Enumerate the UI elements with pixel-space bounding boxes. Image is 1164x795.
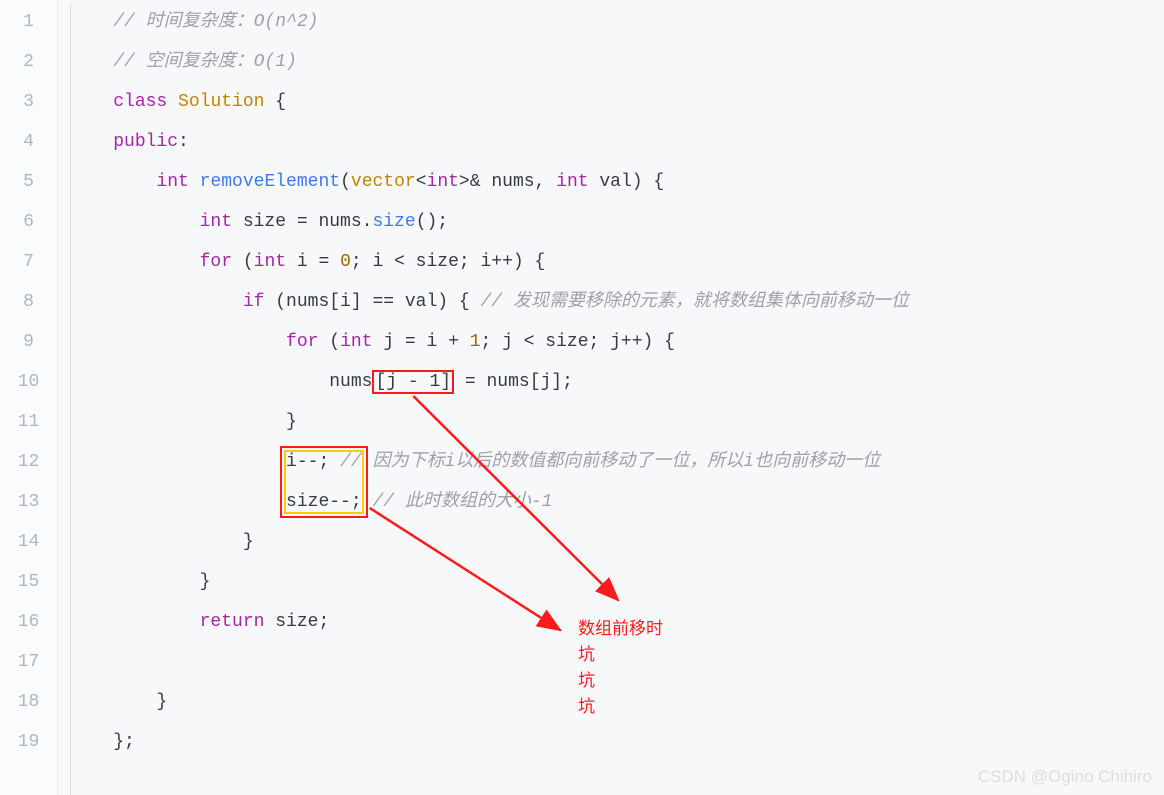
code-line: i--; // 因为下标i以后的数值都向前移动了一位，所以i也向前移动一位	[70, 442, 1164, 482]
code-line: class Solution {	[70, 82, 1164, 122]
line-number: 3	[0, 82, 57, 122]
code-line: };	[70, 722, 1164, 762]
code-line: // 时间复杂度：O(n^2)	[70, 2, 1164, 42]
highlight-box-red: [j - 1]	[372, 370, 454, 394]
line-number: 15	[0, 562, 57, 602]
code-line: }	[70, 402, 1164, 442]
line-number: 14	[0, 522, 57, 562]
code-line: nums[j - 1] = nums[j];	[70, 362, 1164, 402]
line-number: 2	[0, 42, 57, 82]
line-number: 19	[0, 722, 57, 762]
line-number: 6	[0, 202, 57, 242]
code-line: // 空间复杂度：O(1)	[70, 42, 1164, 82]
line-number: 1	[0, 2, 57, 42]
code-line: size--; // 此时数组的大小-1	[70, 482, 1164, 522]
line-number: 9	[0, 322, 57, 362]
annotation-text: 数组前移时 坑 坑 坑	[578, 616, 663, 720]
code-line: }	[70, 522, 1164, 562]
code-area: // 时间复杂度：O(n^2) // 空间复杂度：O(1) class Solu…	[58, 0, 1164, 795]
code-line: }	[70, 562, 1164, 602]
code-line: if (nums[i] == val) { // 发现需要移除的元素，就将数组集…	[70, 282, 1164, 322]
code-line: int removeElement(vector<int>& nums, int…	[70, 162, 1164, 202]
line-number: 4	[0, 122, 57, 162]
line-number: 13	[0, 482, 57, 522]
line-number: 7	[0, 242, 57, 282]
line-number: 5	[0, 162, 57, 202]
indent-guide	[70, 4, 71, 795]
code-line: for (int i = 0; i < size; i++) {	[70, 242, 1164, 282]
code-line: public:	[70, 122, 1164, 162]
line-number: 12	[0, 442, 57, 482]
line-gutter: 1 2 3 4 5 6 7 8 9 10 11 12 13 14 15 16 1…	[0, 0, 58, 795]
code-editor: 1 2 3 4 5 6 7 8 9 10 11 12 13 14 15 16 1…	[0, 0, 1164, 795]
code-line: int size = nums.size();	[70, 202, 1164, 242]
line-number: 10	[0, 362, 57, 402]
line-number: 17	[0, 642, 57, 682]
line-number: 11	[0, 402, 57, 442]
line-number: 8	[0, 282, 57, 322]
watermark: CSDN @Ogino Chihiro	[978, 767, 1152, 787]
line-number: 18	[0, 682, 57, 722]
code-line: for (int j = i + 1; j < size; j++) {	[70, 322, 1164, 362]
line-number: 16	[0, 602, 57, 642]
